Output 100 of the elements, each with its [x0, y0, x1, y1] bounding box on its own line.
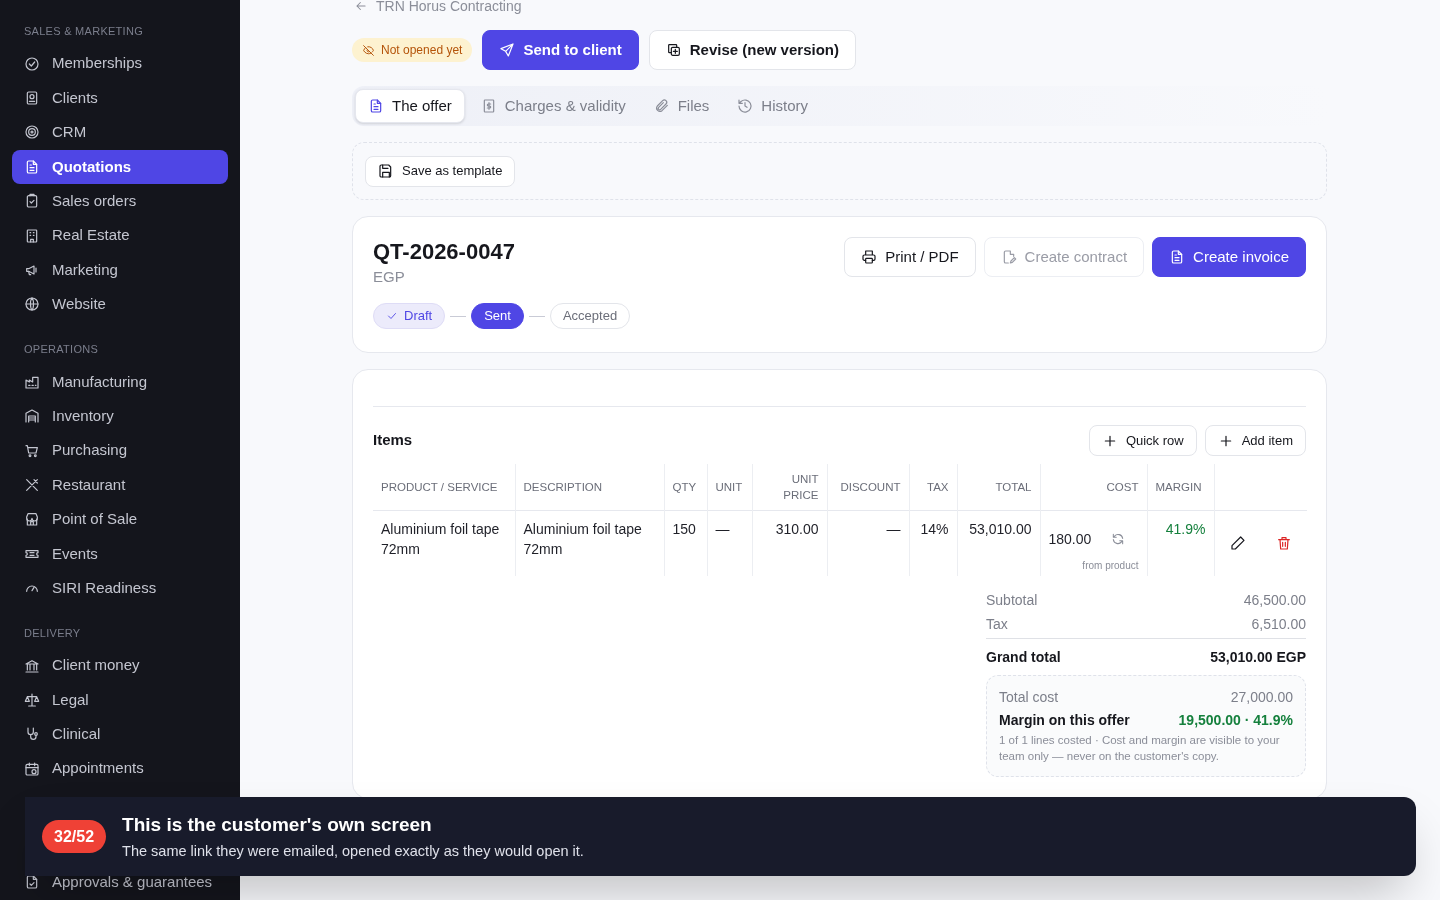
action-button[interactable]: Print / PDF [844, 237, 976, 277]
total-value: 53,010.00 EGP [1210, 648, 1306, 667]
status-step: Sent [471, 303, 524, 329]
tab[interactable]: History [725, 89, 820, 123]
copy-plus-icon [665, 42, 682, 58]
sidebar-item[interactable]: Manufacturing [12, 365, 228, 399]
sidebar-item[interactable]: CRM [12, 115, 228, 150]
table-cell: Aluminium foil tape 72mm [515, 510, 664, 576]
sidebar-item[interactable]: Clinical [12, 717, 228, 752]
sidebar-item[interactable]: Memberships [12, 47, 228, 81]
table-cell: 14% [909, 510, 957, 576]
action-button[interactable]: Create invoice [1152, 237, 1306, 277]
sidebar-item[interactable]: Point of Sale [12, 502, 228, 537]
send-icon [499, 42, 516, 58]
tour-title: This is the customer's own screen [122, 812, 433, 837]
eye-off-icon [362, 43, 375, 57]
scales-icon [24, 691, 40, 708]
section-heading: SALES & MARKETING [23, 24, 144, 38]
cost-source-note: from product [1081, 558, 1139, 573]
action-button[interactable]: Quick row [1088, 425, 1197, 456]
sidebar-item[interactable]: Website [12, 287, 228, 322]
globe-icon [24, 296, 40, 313]
store-icon [24, 511, 40, 528]
paperclip-icon [653, 98, 670, 114]
cost-label: Total cost [999, 688, 1059, 707]
tour-text: The same link they were emailed, opened exactly as they would open it. [122, 841, 584, 861]
cost-value: 180.00 [1048, 529, 1092, 549]
trash-icon [1275, 535, 1292, 552]
sidebar-item[interactable]: Legal [12, 683, 228, 717]
action-button[interactable]: Revise (new version) [648, 30, 856, 70]
cost-value: 27,000.00 [1230, 688, 1293, 707]
total-label: Subtotal [986, 591, 1038, 610]
calendar-icon [24, 760, 40, 777]
tab[interactable]: Files [641, 89, 722, 123]
margin-label: Margin on this offer [999, 711, 1130, 730]
cart-icon [24, 442, 40, 459]
clipboard-icon [24, 193, 40, 210]
column-header: COST [1040, 464, 1147, 510]
sidebar-item[interactable]: Clients [12, 81, 228, 115]
total-label: Grand total [986, 648, 1061, 667]
building-icon [24, 227, 40, 244]
table-cell: 53,010.00 [957, 510, 1040, 576]
document-icon [368, 98, 384, 114]
stethoscope-icon [24, 726, 40, 743]
action-button[interactable]: Save as template [365, 155, 516, 187]
table-cell: 150 [664, 510, 707, 576]
sidebar-item[interactable]: Purchasing [12, 433, 228, 468]
pencil-icon [1229, 535, 1246, 552]
step-counter: 32/52 [42, 820, 107, 853]
margin-value: 19,500.00 · 41.9% [1178, 711, 1293, 730]
history-icon [737, 98, 754, 114]
sidebar-item[interactable]: Quotations [12, 150, 228, 184]
action-button[interactable]: Add item [1204, 425, 1306, 456]
document-check-icon [24, 874, 40, 891]
id-card-icon [24, 90, 40, 107]
sidebar-item[interactable]: Restaurant [12, 468, 228, 502]
section-heading: DELIVERY [23, 625, 82, 640]
column-header: TOTAL [957, 464, 1040, 510]
section-heading: OPERATIONS [23, 342, 100, 357]
printer-icon [861, 249, 878, 265]
sidebar-item[interactable]: Approvals & guarantees [12, 865, 228, 899]
check-icon [386, 310, 398, 322]
column-header: DESCRIPTION [515, 464, 664, 510]
currency-label: EGP [373, 267, 406, 287]
sidebar-item[interactable]: Events [12, 537, 228, 571]
total-value: 46,500.00 [1243, 591, 1306, 610]
total-label: Tax [986, 615, 1008, 634]
status-badge: Not opened yet [352, 38, 473, 62]
sidebar-item[interactable]: Sales orders [12, 184, 228, 218]
column-header: PRODUCT / SERVICE [373, 464, 515, 510]
document-icon [24, 158, 40, 175]
back-arrow-icon [354, 0, 368, 13]
tab[interactable]: Charges & validity [468, 89, 638, 123]
column-header: TAX [909, 464, 957, 510]
table-cell: — [827, 510, 909, 576]
total-value: 6,510.00 [1251, 615, 1306, 634]
save-icon [378, 163, 394, 179]
column-header: UNIT [707, 464, 752, 510]
column-header: UNIT PRICE [752, 464, 827, 510]
sidebar-item[interactable]: Marketing [12, 253, 228, 287]
sidebar-item[interactable]: Real Estate [12, 218, 228, 253]
table-cell: — [707, 510, 752, 576]
tab[interactable]: The offer [355, 89, 465, 123]
table-cell: 310.00 [752, 510, 827, 576]
section-title: Items [373, 430, 413, 451]
sidebar-item[interactable]: SIRI Readiness [12, 571, 228, 605]
column-header: QTY [664, 464, 707, 510]
sidebar-item[interactable]: Inventory [12, 399, 228, 433]
costing-note: 1 of 1 lines costed · Cost and margin are visible to your team only — never on the customer's copy. [999, 733, 1281, 764]
sidebar-item[interactable]: Client money [12, 648, 228, 683]
check-circle-icon [24, 55, 40, 72]
action-button[interactable]: Send to client [482, 30, 639, 70]
bank-icon [24, 657, 40, 674]
quote-number: QT-2026-0047 [373, 238, 516, 266]
margin-cell: 41.9% [1147, 510, 1214, 576]
table-cell: Aluminium foil tape 72mm [373, 510, 515, 576]
sidebar-item[interactable]: Appointments [12, 752, 228, 786]
target-icon [24, 124, 40, 141]
status-step: Draft [373, 303, 446, 329]
column-header: MARGIN [1147, 464, 1214, 510]
